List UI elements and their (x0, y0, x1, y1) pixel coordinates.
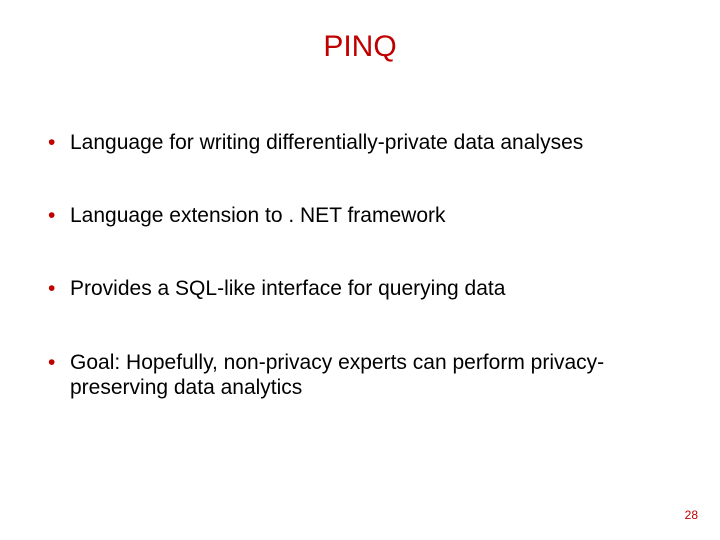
page-number: 28 (685, 508, 698, 522)
list-item: Provides a SQL-like interface for queryi… (46, 276, 680, 301)
list-item: Goal: Hopefully, non-privacy experts can… (46, 350, 680, 400)
bullet-list: Language for writing differentially-priv… (46, 130, 680, 400)
slide-title: PINQ (0, 30, 720, 64)
list-item: Language for writing differentially-priv… (46, 130, 680, 155)
slide-body: Language for writing differentially-priv… (46, 130, 680, 448)
list-item: Language extension to . NET framework (46, 203, 680, 228)
